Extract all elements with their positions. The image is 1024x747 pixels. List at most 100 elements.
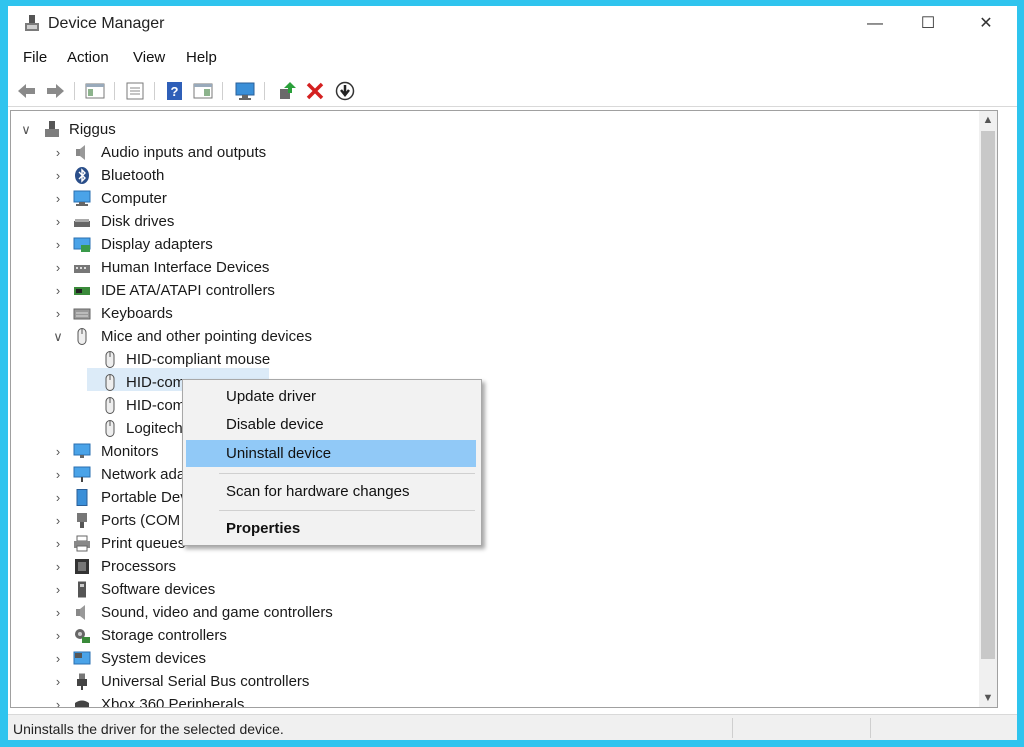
device-manager-app-icon	[25, 15, 39, 31]
tree-category[interactable]: › System devices	[11, 647, 971, 670]
back-icon[interactable]	[16, 80, 38, 102]
tree-device[interactable]: HID-com	[11, 394, 971, 417]
collapse-chevron-icon[interactable]: ∨	[51, 325, 65, 348]
scroll-up-icon[interactable]: ▲	[979, 111, 997, 129]
close-button[interactable]: ✕	[963, 6, 1009, 42]
context-separator	[219, 510, 475, 511]
status-text: Uninstalls the driver for the selected d…	[13, 721, 284, 737]
scan-hardware-icon[interactable]	[234, 80, 256, 102]
mouse-icon	[105, 397, 115, 414]
expand-chevron-icon[interactable]: ›	[51, 647, 65, 670]
show-hide-console-tree-icon[interactable]	[84, 80, 106, 102]
device-tree[interactable]: ∨ Riggus › Audio inputs and outputs › Bl…	[10, 110, 998, 708]
tree-category[interactable]: › Universal Serial Bus controllers	[11, 670, 971, 693]
properties-icon[interactable]	[124, 80, 146, 102]
expand-chevron-icon[interactable]: ›	[51, 233, 65, 256]
category-label: Storage controllers	[101, 627, 227, 644]
category-label: Keyboards	[101, 305, 173, 322]
expand-chevron-icon[interactable]: ›	[51, 164, 65, 187]
tree-category[interactable]: › Keyboards	[11, 302, 971, 325]
tree-category[interactable]: › Computer	[11, 187, 971, 210]
tree-category[interactable]: › Display adapters	[11, 233, 971, 256]
expand-chevron-icon[interactable]: ›	[51, 555, 65, 578]
update-driver-icon[interactable]	[276, 80, 298, 102]
expand-chevron-icon[interactable]: ›	[51, 256, 65, 279]
expand-chevron-icon[interactable]: ›	[51, 486, 65, 509]
forward-icon[interactable]	[44, 80, 66, 102]
svg-text:?: ?	[171, 84, 179, 99]
category-label: Display adapters	[101, 236, 213, 253]
expand-chevron-icon[interactable]: ›	[51, 578, 65, 601]
expand-chevron-icon[interactable]: ›	[51, 279, 65, 302]
expand-chevron-icon[interactable]: ›	[51, 670, 65, 693]
monitor-icon	[73, 443, 91, 458]
help-icon[interactable]: ?	[164, 80, 186, 102]
expand-chevron-icon[interactable]: ›	[51, 302, 65, 325]
expand-chevron-icon[interactable]: ›	[51, 624, 65, 647]
expand-chevron-icon[interactable]: ›	[51, 532, 65, 555]
context-uninstall-device[interactable]: Uninstall device	[186, 440, 476, 467]
tree-category[interactable]: › Storage controllers	[11, 624, 971, 647]
collapse-chevron-icon[interactable]: ∨	[19, 118, 33, 141]
context-update-driver[interactable]: Update driver	[186, 383, 476, 410]
tree-category-expanded[interactable]: ∨ Mice and other pointing devices	[11, 325, 971, 348]
storage-controller-icon	[75, 629, 90, 643]
tree-category[interactable]: › Processors	[11, 555, 971, 578]
expand-chevron-icon[interactable]: ›	[51, 141, 65, 164]
expand-chevron-icon[interactable]: ›	[51, 601, 65, 624]
menu-view[interactable]: View	[133, 49, 165, 66]
scroll-down-icon[interactable]: ▼	[979, 689, 997, 707]
tree-category[interactable]: › Portable Dev	[11, 486, 971, 509]
disable-device-icon[interactable]	[334, 80, 356, 102]
category-label: IDE ATA/ATAPI controllers	[101, 282, 275, 299]
printer-icon	[74, 535, 90, 552]
expand-chevron-icon[interactable]: ›	[51, 210, 65, 233]
expand-chevron-icon[interactable]: ›	[51, 463, 65, 486]
menu-help[interactable]: Help	[186, 49, 217, 66]
minimize-button[interactable]: —	[852, 6, 898, 42]
scroll-thumb[interactable]	[981, 131, 995, 659]
tree-category[interactable]: › Sound, video and game controllers	[11, 601, 971, 624]
tree-category[interactable]: › Disk drives	[11, 210, 971, 233]
tree-device[interactable]: Logitech	[11, 417, 971, 440]
tree-category[interactable]: › Audio inputs and outputs	[11, 141, 971, 164]
disk-drive-icon	[74, 219, 90, 227]
tree-category[interactable]: › IDE ATA/ATAPI controllers	[11, 279, 971, 302]
tree-category[interactable]: › Ports (COM &	[11, 509, 971, 532]
expand-chevron-icon[interactable]: ›	[51, 509, 65, 532]
expand-chevron-icon[interactable]: ›	[51, 440, 65, 463]
tree-category[interactable]: › Bluetooth	[11, 164, 971, 187]
uninstall-icon[interactable]	[304, 80, 326, 102]
port-icon	[77, 513, 87, 528]
category-label: Ports (COM &	[101, 512, 195, 529]
tree-device[interactable]: HID-compliant mouse	[11, 348, 971, 371]
expand-chevron-icon[interactable]: ›	[51, 187, 65, 210]
tree-category[interactable]: › Print queues	[11, 532, 971, 555]
vertical-scrollbar[interactable]: ▲ ▼	[979, 111, 997, 707]
maximize-button[interactable]: ☐	[905, 6, 951, 42]
category-label: Bluetooth	[101, 167, 165, 184]
context-scan-hardware[interactable]: Scan for hardware changes	[186, 478, 476, 505]
expand-chevron-icon[interactable]: ›	[51, 693, 65, 707]
device-label: HID-com	[126, 374, 186, 391]
mouse-icon	[105, 420, 115, 437]
device-label: HID-com	[126, 397, 186, 414]
menu-action[interactable]: Action	[67, 49, 109, 66]
show-action-pane-icon[interactable]	[192, 80, 214, 102]
tree-category[interactable]: › Software devices	[11, 578, 971, 601]
tree-device-selected[interactable]: HID-com	[11, 371, 971, 394]
bluetooth-icon	[75, 167, 89, 184]
tree-category[interactable]: › Xbox 360 Peripherals	[11, 693, 971, 707]
context-disable-device[interactable]: Disable device	[186, 411, 476, 438]
tree-category[interactable]: › Network ada	[11, 463, 971, 486]
status-bar: Uninstalls the driver for the selected d…	[8, 714, 1017, 740]
computer-icon	[73, 190, 91, 206]
computer-root-icon	[45, 121, 59, 137]
tree-category[interactable]: › Monitors	[11, 440, 971, 463]
context-properties[interactable]: Properties	[186, 515, 476, 542]
device-label: Logitech	[126, 420, 183, 437]
system-device-icon	[73, 651, 91, 665]
tree-root[interactable]: ∨ Riggus	[11, 118, 971, 141]
tree-category[interactable]: › Human Interface Devices	[11, 256, 971, 279]
menu-file[interactable]: File	[23, 49, 47, 66]
